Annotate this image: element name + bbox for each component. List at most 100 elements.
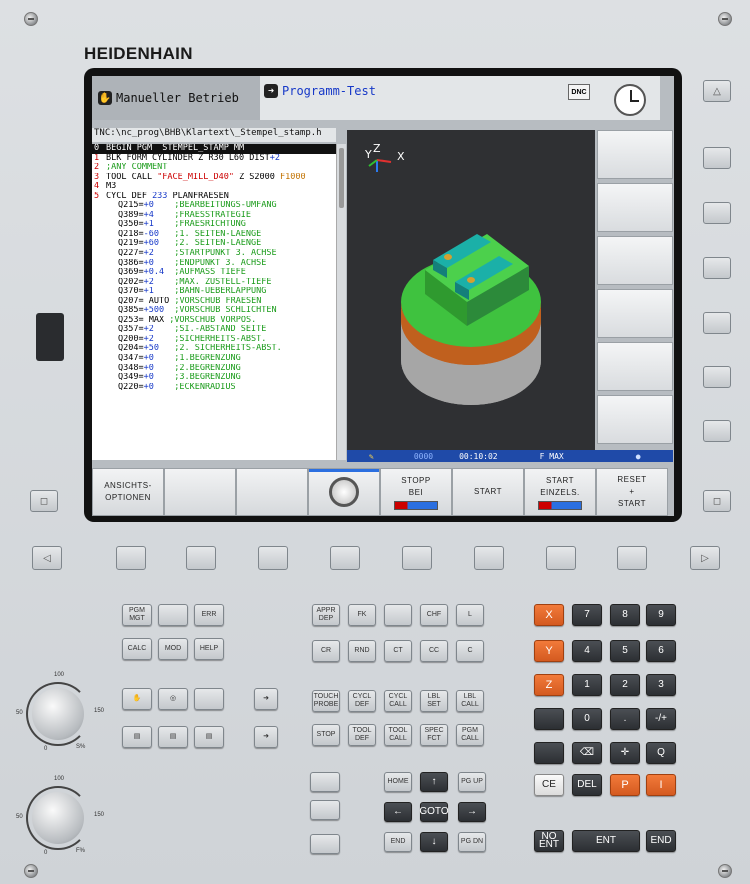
program-line[interactable]: Q207= AUTO ;VORSCHUB FRAESEN (92, 297, 336, 307)
vertical-softkey-2[interactable] (597, 183, 673, 232)
softkey-6[interactable]: START (452, 468, 524, 516)
right-key-5[interactable] (703, 366, 731, 388)
softkey-hw-6[interactable] (474, 546, 504, 570)
axis-blank-key-2[interactable] (534, 742, 564, 764)
program-line[interactable]: Q200=+2 ;SICHERHEITS-ABST. (92, 335, 336, 345)
manual-key[interactable]: ✋ (122, 688, 152, 710)
cr-key[interactable]: CR (312, 640, 340, 662)
screen-layout-key-3[interactable] (310, 834, 340, 854)
simulation-view[interactable]: Y Z X (347, 130, 595, 450)
mod-key[interactable]: MOD (158, 638, 188, 660)
c-key[interactable]: C (456, 640, 484, 662)
auto-run-key[interactable]: ▤ (158, 726, 188, 748)
key-6[interactable]: 6 (646, 640, 676, 662)
lbl-set-key[interactable]: LBL SET (420, 690, 448, 712)
program-line[interactable]: Q253= MAX ;VORSCHUB VORPOS. (92, 316, 336, 326)
key-1[interactable]: 1 (572, 674, 602, 696)
goto-key[interactable]: GOTO (419, 802, 449, 822)
program-line[interactable]: 3 TOOL CALL "FACE_MILL_D40" Z S2000 F1000 (92, 173, 336, 183)
blank-key-2[interactable] (194, 688, 224, 710)
program-line[interactable]: Q369=+0.4 ;AUFMASS TIEFE (92, 268, 336, 278)
program-line[interactable]: Q386=+0 ;ENDPUNKT 3. ACHSE (92, 259, 336, 269)
program-line[interactable]: Q204=+50 ;2. SICHERHEITS-ABST. (92, 344, 336, 354)
pgm-mgt-key[interactable]: PGM MGT (122, 604, 152, 626)
key-3[interactable]: 3 (646, 674, 676, 696)
actual-position-key[interactable]: ✛ (610, 742, 640, 764)
y-axis-key[interactable]: Y (534, 640, 564, 662)
program-line[interactable]: Q389=+4 ;FRAESSTRATEGIE (92, 211, 336, 221)
softkey-5[interactable]: STOPP BEI (380, 468, 452, 516)
spec-fct-key[interactable]: SPEC FCT (420, 724, 448, 746)
right-arrow-key[interactable]: → (458, 802, 486, 822)
program-line[interactable]: Q227=+2 ;STARTPUNKT 3. ACHSE (92, 249, 336, 259)
program-line[interactable]: Q370=+1 ;BAHN-UEBERLAPPUNG (92, 287, 336, 297)
program-line[interactable]: Q347=+0 ;1.BEGRENZUNG (92, 354, 336, 364)
test-key[interactable]: ➜ (254, 688, 278, 710)
screen-layout-key-1[interactable] (310, 772, 340, 792)
calc-key[interactable]: CALC (122, 638, 152, 660)
q-key[interactable]: Q (646, 742, 676, 764)
softkey-hw-7[interactable] (546, 546, 576, 570)
softkey-next-button[interactable]: ◻ (703, 490, 731, 512)
i-key[interactable]: I (646, 774, 676, 796)
softkey-hw-2[interactable] (186, 546, 216, 570)
softkey-prev-button[interactable]: ◻ (30, 490, 58, 512)
axis-blank-key[interactable] (534, 708, 564, 730)
program-line[interactable]: 0 BEGIN PGM STEMPEL_STAMP MM (92, 144, 336, 154)
program-line[interactable]: Q218=-60 ;1. SEITEN-LAENGE (92, 230, 336, 240)
softkey-2[interactable] (164, 468, 236, 516)
home-key[interactable]: HOME (384, 772, 412, 792)
cycl-def-key[interactable]: CYCL DEF (348, 690, 376, 712)
key-9[interactable]: 9 (646, 604, 676, 626)
program-line[interactable]: Q220=+0 ;ECKENRADIUS (92, 383, 336, 393)
program-editor[interactable]: 0 BEGIN PGM STEMPEL_STAMP MM 1 BLK FORM CYL… (92, 144, 336, 460)
right-key-2[interactable] (703, 202, 731, 224)
key-0[interactable]: 0 (572, 708, 602, 730)
ce-key[interactable]: CE (534, 774, 564, 796)
softkey-7[interactable]: START EINZELS. (524, 468, 596, 516)
programming-key[interactable]: ➜ (254, 726, 278, 748)
softkey-page-left-button[interactable]: ◁ (32, 546, 62, 570)
softkey-page-right-button[interactable]: ▷ (690, 546, 720, 570)
right-key-4[interactable] (703, 312, 731, 334)
lbl-call-key[interactable]: LBL CALL (456, 690, 484, 712)
scrollbar-thumb[interactable] (339, 148, 344, 208)
pg-dn-key[interactable]: PG DN (458, 832, 486, 852)
ct-key[interactable]: CT (384, 640, 412, 662)
single-block-key[interactable]: ▤ (122, 726, 152, 748)
vertical-softkey-5[interactable] (597, 342, 673, 391)
vertical-softkey-6[interactable] (597, 395, 673, 444)
tool-def-key[interactable]: TOOL DEF (348, 724, 376, 746)
decimal-key[interactable]: . (610, 708, 640, 730)
program-line[interactable]: Q350=+1 ;FRAESRICHTUNG (92, 220, 336, 230)
program-line[interactable]: Q202=+2 ;MAX. ZUSTELL-TIEFE (92, 278, 336, 288)
x-axis-key[interactable]: X (534, 604, 564, 626)
blank-key-3[interactable] (384, 604, 412, 626)
end-key[interactable]: END (384, 832, 412, 852)
pgm-call-key[interactable]: PGM CALL (456, 724, 484, 746)
blank-key[interactable] (158, 604, 188, 626)
appr-dep-key[interactable]: APPR DEP (312, 604, 340, 626)
softkey-hw-1[interactable] (116, 546, 146, 570)
vertical-softkey-3[interactable] (597, 236, 673, 285)
softkey-1[interactable]: ANSICHTS- OPTIONEN (92, 468, 164, 516)
program-line[interactable]: Q349=+0 ;3.BEGRENZUNG (92, 373, 336, 383)
program-line[interactable]: 4 M3 (92, 182, 336, 192)
softkey-4[interactable] (308, 468, 380, 516)
tool-call-key[interactable]: TOOL CALL (384, 724, 412, 746)
key-2[interactable]: 2 (610, 674, 640, 696)
vertical-softkey-4[interactable] (597, 289, 673, 338)
cc-key[interactable]: CC (420, 640, 448, 662)
p-key[interactable]: P (610, 774, 640, 796)
pg-up-key[interactable]: PG UP (458, 772, 486, 792)
z-axis-key[interactable]: Z (534, 674, 564, 696)
softkey-hw-5[interactable] (402, 546, 432, 570)
ent-key[interactable]: ENT (572, 830, 640, 852)
softkey-hw-3[interactable] (258, 546, 288, 570)
program-line[interactable]: 1 BLK FORM CYLINDER Z R30 L60 DIST+2 (92, 154, 336, 164)
screen-layout-key-2[interactable] (310, 800, 340, 820)
right-key-6[interactable] (703, 420, 731, 442)
end-block-key[interactable]: END (646, 830, 676, 852)
program-line[interactable]: Q215=+0 ;BEARBEITUNGS-UMFANG (92, 201, 336, 211)
touch-probe-key[interactable]: TOUCH PROBE (312, 690, 340, 712)
